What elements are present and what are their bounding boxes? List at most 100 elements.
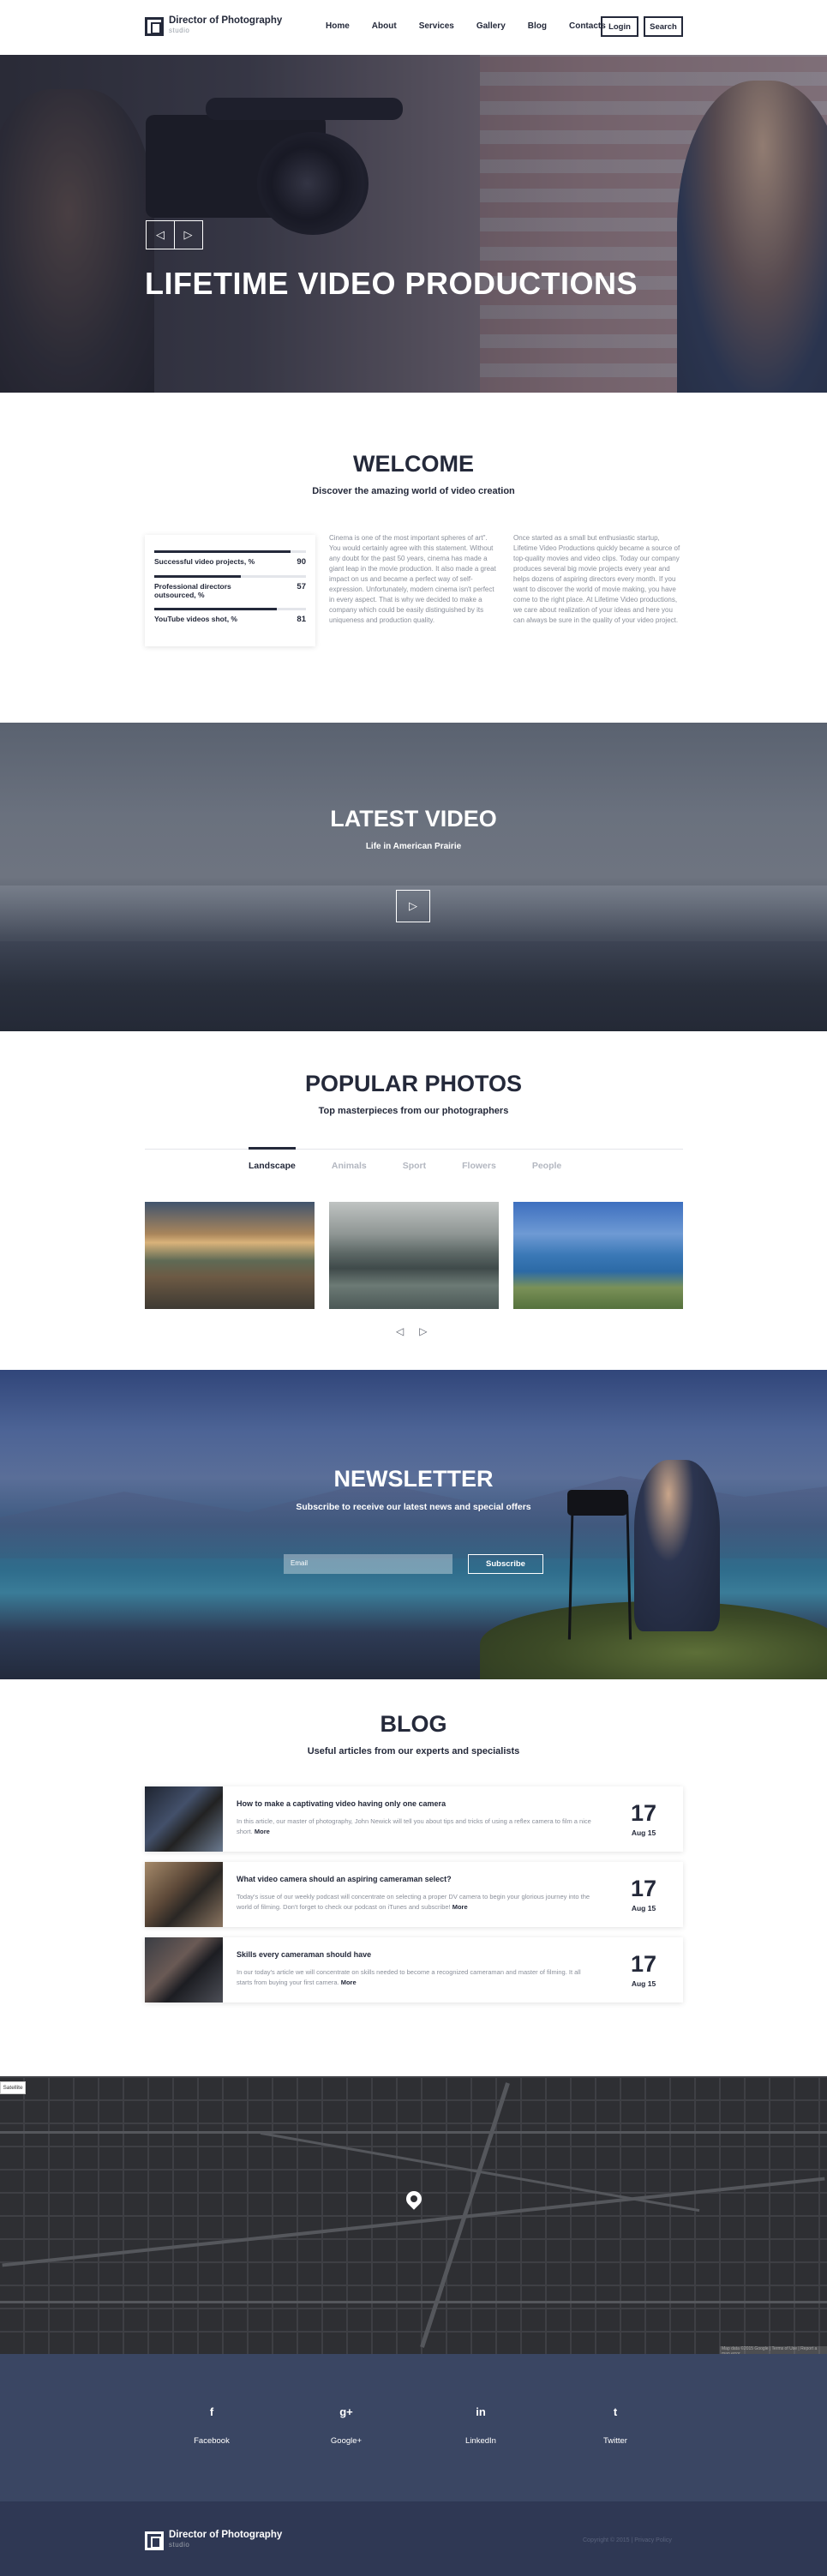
site-header: Director of Photography studio Home Abou… bbox=[0, 0, 827, 55]
blog-post-excerpt: Today's issue of our weekly podcast will… bbox=[237, 1892, 592, 1912]
stat-item: Successful video projects, % 90 bbox=[154, 550, 306, 567]
stat-label: Professional directors outsourced, % bbox=[154, 582, 231, 599]
social-label: Twitter bbox=[603, 2436, 627, 2446]
nav-home[interactable]: Home bbox=[326, 21, 350, 31]
newsletter-section bbox=[0, 1370, 827, 1679]
social-section bbox=[0, 2354, 827, 2501]
blog-post-image[interactable] bbox=[145, 1937, 223, 2003]
social-label: LinkedIn bbox=[465, 2436, 496, 2446]
login-button[interactable]: Login bbox=[601, 16, 638, 37]
search-button[interactable]: Search bbox=[644, 16, 683, 37]
triangle-right-icon: ▷ bbox=[183, 228, 193, 241]
blog-post-title[interactable]: Skills every cameraman should have bbox=[237, 1950, 371, 1959]
more-link[interactable]: More bbox=[255, 1828, 270, 1835]
footer-logo[interactable]: Director of Photography studio bbox=[145, 2530, 282, 2550]
tab-landscape[interactable]: Landscape bbox=[249, 1147, 296, 1171]
post-day: 17 bbox=[630, 1876, 657, 1901]
stat-label: Successful video projects, % bbox=[154, 557, 255, 566]
play-icon: ▷ bbox=[409, 899, 417, 912]
photo-tabs: Landscape Animals Sport Flowers People bbox=[249, 1147, 597, 1171]
progress-fill bbox=[154, 608, 278, 610]
post-month: Aug 15 bbox=[631, 1904, 656, 1912]
social-twitter[interactable]: t Twitter bbox=[572, 2405, 658, 2446]
hero-title: LIFETIME VIDEO PRODUCTIONS bbox=[145, 266, 638, 301]
film-icon bbox=[145, 17, 164, 36]
progress-bar bbox=[154, 550, 306, 553]
post-month: Aug 15 bbox=[631, 1979, 656, 1988]
latest-video-section bbox=[0, 723, 827, 1031]
stat-value: 90 bbox=[297, 557, 306, 567]
more-link[interactable]: More bbox=[341, 1979, 357, 1986]
triangle-left-icon: ◁ bbox=[156, 228, 165, 241]
blog-post-image[interactable] bbox=[145, 1862, 223, 1927]
excerpt-text: Today's issue of our weekly podcast will… bbox=[237, 1893, 590, 1911]
nav-gallery[interactable]: Gallery bbox=[476, 21, 506, 31]
map-type-toggle[interactable]: Satellite bbox=[0, 2081, 26, 2094]
linkedin-icon: in bbox=[476, 2405, 486, 2418]
location-map[interactable] bbox=[0, 2076, 827, 2354]
excerpt-text: In this article, our master of photograp… bbox=[237, 1817, 591, 1835]
post-day: 17 bbox=[630, 1951, 657, 1977]
slider-prev-button[interactable]: ◁ bbox=[146, 220, 175, 249]
stat-item: Professional directors outsourced, % 57 bbox=[154, 575, 306, 599]
twitter-icon: t bbox=[613, 2405, 618, 2418]
blog-post[interactable]: Skills every cameraman should have In ou… bbox=[145, 1937, 683, 2003]
page: Director of Photography studio Home Abou… bbox=[0, 0, 827, 2576]
popular-photos-subtitle: Top masterpieces from our photographers bbox=[318, 1106, 509, 1116]
landscape-photo-lake[interactable] bbox=[513, 1202, 683, 1309]
blog-post[interactable]: How to make a captivating video having o… bbox=[145, 1786, 683, 1852]
tab-animals[interactable]: Animals bbox=[332, 1149, 367, 1171]
latest-video-subtitle: Life in American Prairie bbox=[365, 842, 462, 851]
slider-next-button[interactable]: ▷ bbox=[173, 220, 203, 249]
blog-post[interactable]: What video camera should an aspiring cam… bbox=[145, 1862, 683, 1927]
stats-card: Successful video projects, % 90 Professi… bbox=[145, 535, 315, 646]
popular-photos-title: POPULAR PHOTOS bbox=[304, 1071, 523, 1096]
nav-services[interactable]: Services bbox=[419, 21, 454, 31]
progress-bar bbox=[154, 575, 306, 578]
blog-subtitle: Useful articles from our experts and spe… bbox=[307, 1746, 520, 1756]
blog-title: BLOG bbox=[380, 1711, 447, 1737]
blog-post-excerpt: In this article, our master of photograp… bbox=[237, 1816, 592, 1836]
post-day: 17 bbox=[630, 1800, 657, 1826]
social-googleplus[interactable]: g+ Google+ bbox=[303, 2405, 389, 2446]
copyright-text[interactable]: Copyright © 2015 | Privacy Policy bbox=[583, 2537, 672, 2543]
subscribe-button[interactable]: Subscribe bbox=[468, 1554, 543, 1574]
welcome-subtitle: Discover the amazing world of video crea… bbox=[312, 486, 515, 496]
logo-subtitle: studio bbox=[169, 27, 190, 34]
excerpt-text: In our today's article we will concentra… bbox=[237, 1968, 581, 1986]
social-linkedin[interactable]: in LinkedIn bbox=[438, 2405, 524, 2446]
progress-bar bbox=[154, 608, 306, 610]
welcome-text-left: Cinema is one of the most important sphe… bbox=[329, 534, 496, 624]
tab-flowers[interactable]: Flowers bbox=[462, 1149, 496, 1171]
social-facebook[interactable]: f Facebook bbox=[169, 2405, 255, 2446]
blog-post-title[interactable]: How to make a captivating video having o… bbox=[237, 1799, 446, 1808]
more-link[interactable]: More bbox=[452, 1903, 468, 1911]
next-photos-icon[interactable]: ▷ bbox=[419, 1325, 427, 1337]
email-field[interactable]: Email bbox=[284, 1554, 452, 1574]
progress-fill bbox=[154, 550, 291, 553]
site-logo[interactable]: Director of Photography studio bbox=[145, 15, 282, 36]
blog-post-image[interactable] bbox=[145, 1786, 223, 1852]
hero-slider bbox=[0, 55, 827, 393]
google-plus-icon: g+ bbox=[339, 2405, 353, 2418]
logo-title: Director of Photography bbox=[169, 15, 283, 26]
site-footer bbox=[0, 2501, 827, 2576]
landscape-photo-valley[interactable] bbox=[329, 1202, 499, 1309]
welcome-title: WELCOME bbox=[353, 451, 474, 477]
newsletter-subtitle: Subscribe to receive our latest news and… bbox=[296, 1502, 531, 1512]
nav-blog[interactable]: Blog bbox=[528, 21, 547, 31]
blog-post-title[interactable]: What video camera should an aspiring cam… bbox=[237, 1875, 452, 1883]
blog-post-excerpt: In our today's article we will concentra… bbox=[237, 1967, 592, 1987]
play-video-button[interactable]: ▷ bbox=[396, 890, 430, 922]
film-icon bbox=[145, 2531, 164, 2550]
footer-logo-title: Director of Photography bbox=[169, 2530, 283, 2540]
prev-photos-icon[interactable]: ◁ bbox=[396, 1325, 404, 1337]
tab-people[interactable]: People bbox=[532, 1149, 561, 1171]
landscape-photo-mountains[interactable] bbox=[145, 1202, 315, 1309]
stat-label: YouTube videos shot, % bbox=[154, 615, 237, 623]
stat-value: 57 bbox=[297, 582, 306, 591]
progress-fill bbox=[154, 575, 241, 578]
nav-about[interactable]: About bbox=[372, 21, 397, 31]
tab-sport[interactable]: Sport bbox=[403, 1149, 426, 1171]
footer-logo-subtitle: studio bbox=[169, 2541, 190, 2549]
